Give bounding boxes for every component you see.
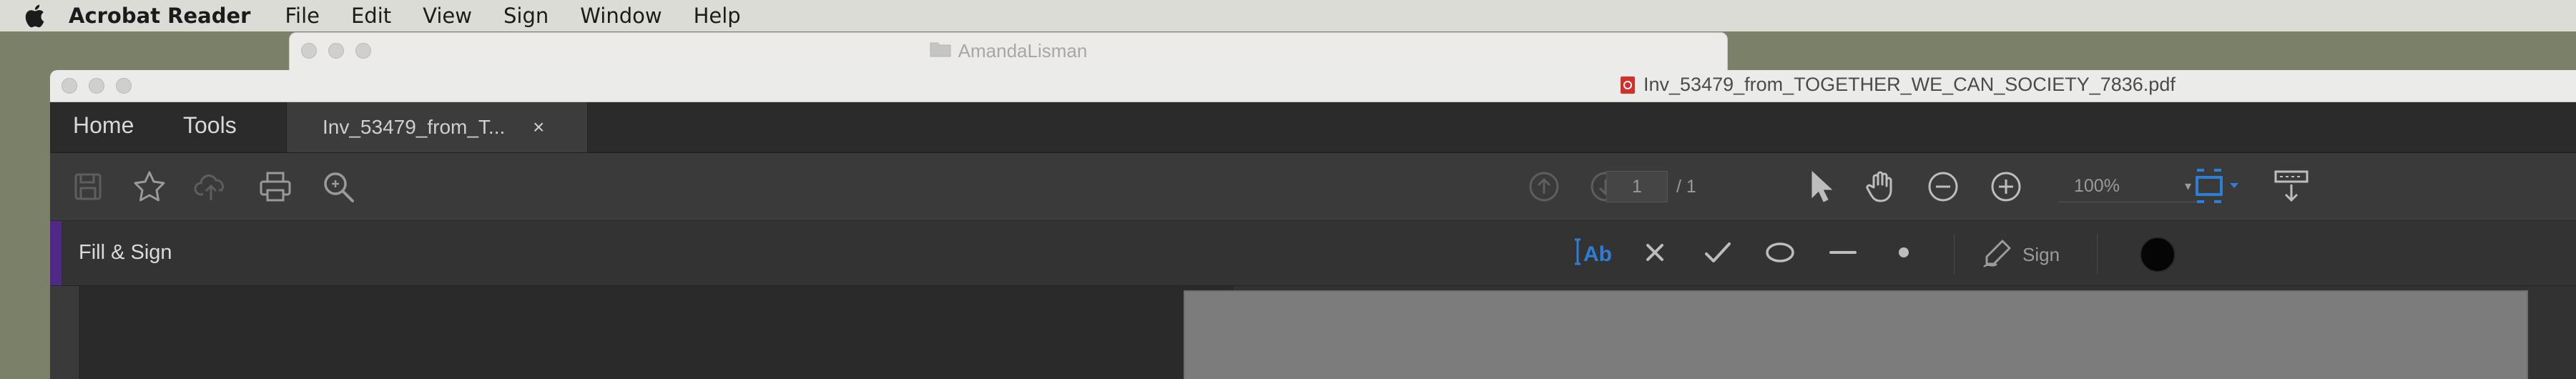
left-panel-edge <box>50 286 79 379</box>
checkmark-icon[interactable] <box>1702 238 1734 267</box>
fill-sign-toolbar: Fill & Sign Ab Sign <box>50 221 2576 286</box>
page-layout-icon[interactable] <box>2193 167 2243 205</box>
zoom-in-icon[interactable] <box>1990 170 2022 203</box>
menu-window[interactable]: Window <box>580 4 662 28</box>
menu-view[interactable]: View <box>423 4 472 28</box>
close-button[interactable] <box>62 78 77 94</box>
tab-document-label: Inv_53479_from_T... <box>323 116 506 138</box>
tab-home[interactable]: Home <box>73 112 134 139</box>
text-tool-label: Ab <box>1583 242 1612 266</box>
left-panel <box>79 286 1234 379</box>
search-icon[interactable] <box>320 169 358 206</box>
zoom-out-icon[interactable] <box>1927 170 1960 203</box>
menu-file[interactable]: File <box>285 4 320 28</box>
zoom-button[interactable] <box>116 78 132 94</box>
save-icon[interactable] <box>72 170 104 203</box>
select-cursor-icon[interactable] <box>1804 169 1837 205</box>
document-area <box>50 286 2576 379</box>
fill-sign-accent <box>50 221 62 285</box>
text-field-icon[interactable]: Ab <box>1572 235 1616 271</box>
pdf-file-icon <box>1621 76 1635 94</box>
hand-tool-icon[interactable] <box>1864 169 1899 205</box>
sign-button[interactable]: Sign <box>1981 237 2060 273</box>
chevron-down-icon: ▾ <box>2184 179 2191 193</box>
print-icon[interactable] <box>257 169 293 205</box>
ellipse-icon[interactable] <box>1764 238 1796 267</box>
fill-sign-title: Fill & Sign <box>79 241 172 264</box>
tab-bar: Home Tools Inv_53479_from_T... × <box>50 102 2576 153</box>
main-toolbar: 1 / 1 100% ▾ <box>50 153 2576 221</box>
menu-help[interactable]: Help <box>694 4 741 28</box>
acrobat-window: Inv_53479_from_TOGETHER_WE_CAN_SOCIETY_7… <box>50 70 2576 379</box>
divider <box>1954 234 1955 274</box>
cloud-upload-icon[interactable] <box>193 169 229 205</box>
close-tab-icon[interactable]: × <box>533 116 544 139</box>
menu-bar: Acrobat Reader File Edit View Sign Windo… <box>0 0 2576 31</box>
apple-icon[interactable] <box>21 3 47 29</box>
folder-icon <box>930 40 951 62</box>
pen-sign-icon <box>1981 237 2015 273</box>
app-name-menu[interactable]: Acrobat Reader <box>69 4 250 28</box>
cross-mark-icon[interactable] <box>1641 238 1669 267</box>
read-mode-icon[interactable] <box>2273 167 2310 205</box>
tab-tools[interactable]: Tools <box>183 112 237 139</box>
page-total: / 1 <box>1676 177 1696 197</box>
zoom-value: 100% <box>2074 176 2120 196</box>
window-title-text: Inv_53479_from_TOGETHER_WE_CAN_SOCIETY_7… <box>1643 74 2176 95</box>
tab-document[interactable]: Inv_53479_from_T... × <box>286 102 588 152</box>
zoom-select[interactable]: 100% ▾ <box>2058 171 2201 202</box>
pdf-page[interactable] <box>1184 290 2528 379</box>
menu-edit[interactable]: Edit <box>351 4 391 28</box>
dot-icon[interactable] <box>1889 238 1918 267</box>
page-number-input[interactable]: 1 <box>1606 171 1668 202</box>
sign-button-label: Sign <box>2022 244 2060 265</box>
color-picker-button[interactable] <box>2140 237 2176 272</box>
window-title: Inv_53479_from_TOGETHER_WE_CAN_SOCIETY_7… <box>1621 74 2176 96</box>
divider <box>2097 234 2098 274</box>
minimize-button[interactable] <box>89 78 104 94</box>
folder-title: AmandaLisman <box>958 40 1088 61</box>
previous-page-icon[interactable] <box>1528 170 1560 203</box>
menu-sign[interactable]: Sign <box>503 4 549 28</box>
line-icon[interactable] <box>1827 238 1859 267</box>
background-window-title: AmandaLisman <box>290 40 1727 62</box>
window-titlebar[interactable]: Inv_53479_from_TOGETHER_WE_CAN_SOCIETY_7… <box>50 70 2576 102</box>
star-icon[interactable] <box>132 169 167 205</box>
